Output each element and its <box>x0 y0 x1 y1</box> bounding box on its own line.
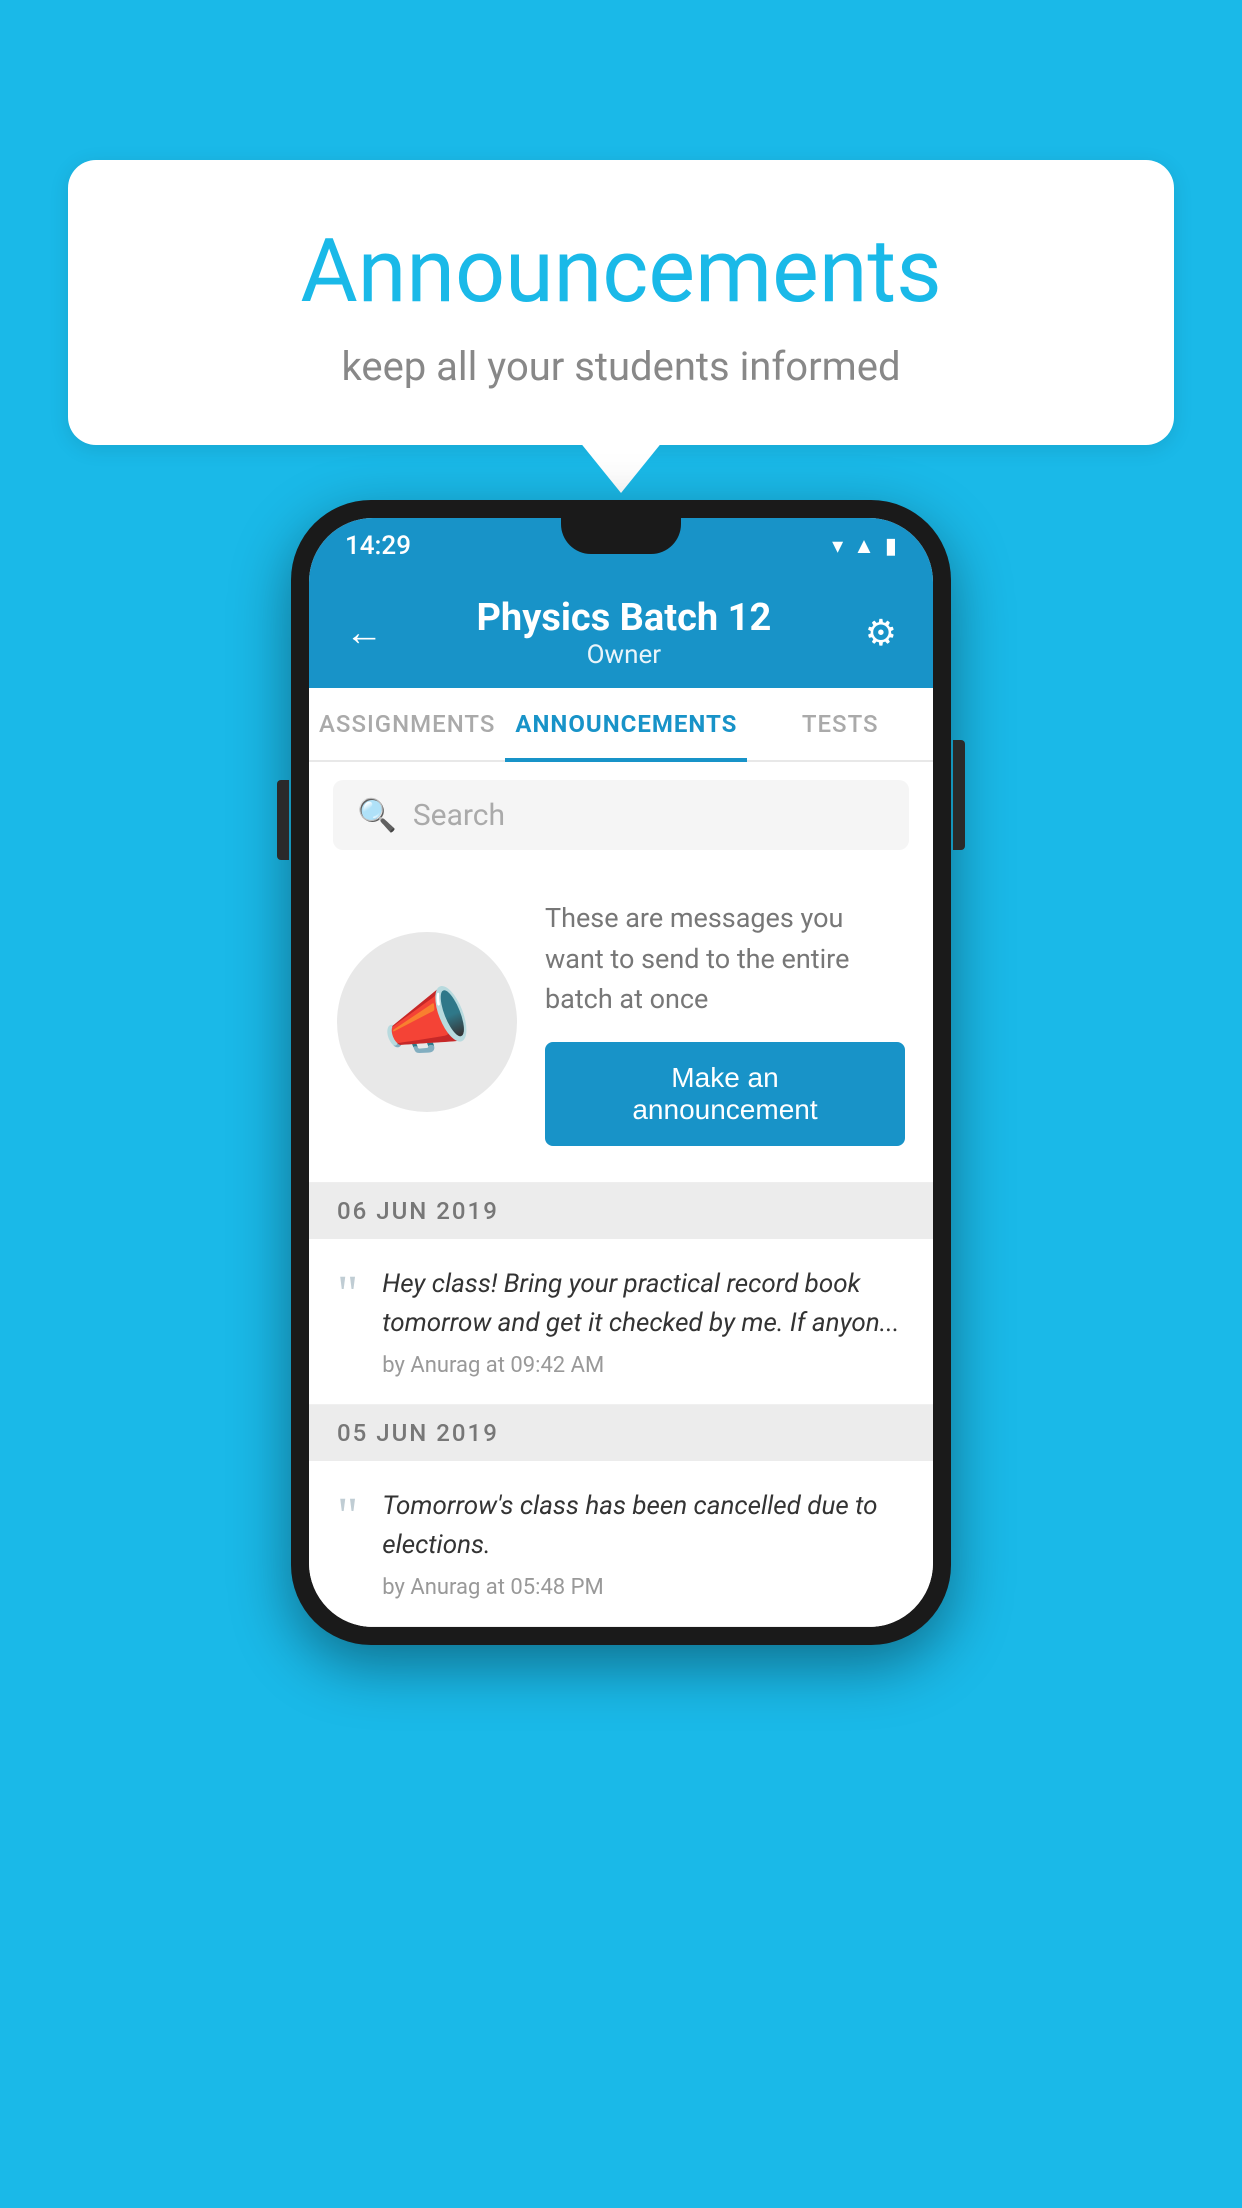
date-separator-2: 05 JUN 2019 <box>309 1405 933 1461</box>
promo-content: These are messages you want to send to t… <box>545 898 905 1146</box>
announcement-item-1[interactable]: " Hey class! Bring your practical record… <box>309 1239 933 1405</box>
announcement-meta-2: by Anurag at 05:48 PM <box>382 1575 905 1600</box>
tab-announcements[interactable]: ANNOUNCEMENTS <box>505 688 747 760</box>
notch <box>561 518 681 554</box>
bubble-title: Announcements <box>148 220 1094 323</box>
status-bar: 14:29 ▾ ▲ ▮ <box>309 518 933 574</box>
announcement-content-1: Hey class! Bring your practical record b… <box>382 1265 905 1378</box>
announcement-text-2: Tomorrow's class has been cancelled due … <box>382 1487 905 1565</box>
header-title: Physics Batch 12 <box>476 596 771 640</box>
promo-description: These are messages you want to send to t… <box>545 898 905 1020</box>
battery-icon: ▮ <box>885 534 897 559</box>
tab-assignments[interactable]: ASSIGNMENTS <box>309 688 505 760</box>
search-container: 🔍 Search <box>309 762 933 868</box>
quote-icon-2: " <box>337 1491 358 1543</box>
tab-tests[interactable]: TESTS <box>747 688 933 760</box>
tabs-container: ASSIGNMENTS ANNOUNCEMENTS TESTS <box>309 688 933 762</box>
date-label-1: 06 JUN 2019 <box>337 1197 499 1225</box>
status-time: 14:29 <box>345 531 411 561</box>
phone-inner: 14:29 ▾ ▲ ▮ ← Physics Batch 12 Owner ⚙ <box>309 518 933 1627</box>
app-header: ← Physics Batch 12 Owner ⚙ <box>309 574 933 688</box>
bubble-subtitle: keep all your students informed <box>148 343 1094 390</box>
phone-mockup: 14:29 ▾ ▲ ▮ ← Physics Batch 12 Owner ⚙ <box>291 500 951 1645</box>
search-icon: 🔍 <box>357 796 397 834</box>
date-label-2: 05 JUN 2019 <box>337 1419 499 1447</box>
promo-icon-circle: 📣 <box>337 932 517 1112</box>
announcement-text-1: Hey class! Bring your practical record b… <box>382 1265 905 1343</box>
announcement-content-2: Tomorrow's class has been cancelled due … <box>382 1487 905 1600</box>
status-icons: ▾ ▲ ▮ <box>832 533 897 559</box>
signal-icon: ▲ <box>853 533 875 559</box>
speech-bubble-section: Announcements keep all your students inf… <box>68 160 1174 445</box>
wifi-icon: ▾ <box>832 534 843 559</box>
search-bar[interactable]: 🔍 Search <box>333 780 909 850</box>
header-subtitle: Owner <box>476 640 771 670</box>
search-placeholder: Search <box>413 798 505 833</box>
phone-outer: 14:29 ▾ ▲ ▮ ← Physics Batch 12 Owner ⚙ <box>291 500 951 1645</box>
date-separator-1: 06 JUN 2019 <box>309 1183 933 1239</box>
announcement-meta-1: by Anurag at 09:42 AM <box>382 1353 905 1378</box>
announcement-item-2[interactable]: " Tomorrow's class has been cancelled du… <box>309 1461 933 1627</box>
promo-section: 📣 These are messages you want to send to… <box>309 868 933 1183</box>
quote-icon-1: " <box>337 1269 358 1321</box>
make-announcement-button[interactable]: Make an announcement <box>545 1042 905 1146</box>
back-button[interactable]: ← <box>345 611 383 655</box>
megaphone-icon: 📣 <box>382 979 472 1064</box>
gear-icon[interactable]: ⚙ <box>865 612 897 654</box>
speech-bubble: Announcements keep all your students inf… <box>68 160 1174 445</box>
header-center: Physics Batch 12 Owner <box>476 596 771 670</box>
